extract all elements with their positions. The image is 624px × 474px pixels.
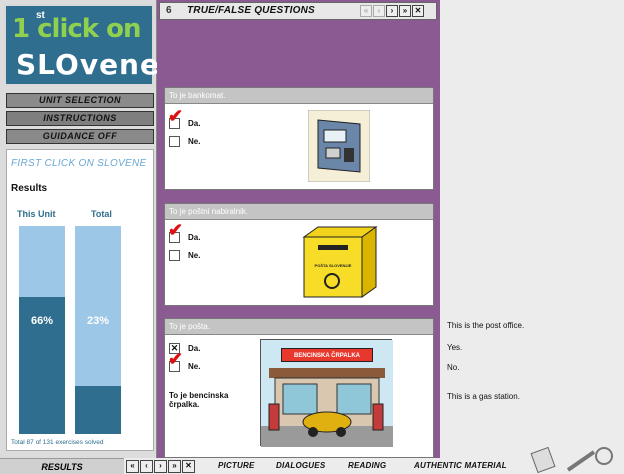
option-label: Da. [188, 344, 201, 353]
option-yes[interactable]: ✔ Da. [168, 107, 201, 129]
total-progress-bar: 23% [75, 226, 121, 434]
checkbox[interactable]: ✔ [168, 350, 183, 372]
checkbox[interactable] [169, 250, 180, 261]
exercise-area: 6 TRUE/FALSE QUESTIONS « ‹ › » ✕ To je b… [157, 0, 440, 460]
checkmark-icon: ✔ [168, 220, 184, 240]
tab-picture[interactable]: PICTURE [218, 461, 255, 470]
option-no[interactable]: Ne. [169, 136, 200, 147]
question-text: To je poštni nabiralnik. [165, 204, 433, 220]
close-button[interactable]: ✕ [182, 460, 195, 473]
exercises-solved-count: Total 87 of 131 exercises solved [11, 439, 104, 446]
first-button[interactable]: « [360, 5, 372, 17]
question-card: To je poštni nabiralnik. ✔ Da. Ne. POŠTA… [164, 203, 434, 306]
gas-station-picture: BENCINSKA ČRPALKA [260, 339, 393, 447]
course-title: FIRST CLICK ON SLOVENE [11, 158, 147, 169]
exercise-number: 6 [166, 5, 172, 16]
close-button[interactable]: ✕ [412, 5, 424, 17]
last-button[interactable]: » [168, 460, 181, 473]
bottom-toolbar: « ‹ › » ✕ PICTURE DIALOGUES READING AUTH… [124, 446, 624, 474]
option-label: Ne. [188, 137, 201, 146]
tab-reading[interactable]: READING [348, 461, 386, 470]
total-label: Total [91, 209, 112, 219]
question-card: To je pošta. ✕ Da. ✔ Ne. To je bencinska… [164, 318, 434, 458]
option-yes[interactable]: ✔ Da. [168, 221, 201, 243]
checkmark-icon: ✔ [168, 106, 184, 126]
option-label: Da. [188, 119, 201, 128]
option-label: Ne. [188, 251, 201, 260]
pen-and-glass-icon [530, 446, 613, 474]
results-heading: Results [11, 183, 48, 194]
translation-line: This is the post office. [447, 321, 525, 330]
question-card: To je bankomat. ✔ Da. Ne. [164, 87, 434, 190]
option-label: Ne. [188, 362, 201, 371]
sidebar: 1 click on st SLOvene Unit Selection Ins… [0, 0, 159, 474]
option-label: Da. [188, 233, 201, 242]
checkbox[interactable] [169, 136, 180, 147]
translation-line: This is a gas station. [447, 392, 520, 401]
prev-button[interactable]: ‹ [373, 5, 385, 17]
question-text: To je pošta. [165, 319, 433, 335]
correct-answer-text: To je bencinska črpalka. [169, 391, 229, 409]
logo-line2: SLOvene [16, 48, 160, 81]
guidance-toggle-button[interactable]: Guidance Off [6, 129, 154, 144]
next-button[interactable]: › [386, 5, 398, 17]
question-text: To je bankomat. [165, 88, 433, 104]
gas-station-sign: BENCINSKA ČRPALKA [281, 348, 373, 362]
unit-selection-button[interactable]: Unit Selection [6, 93, 154, 108]
results-button[interactable]: RESULTS [0, 458, 124, 474]
exercise-nav: « ‹ › » ✕ [360, 5, 424, 17]
option-no[interactable]: ✔ Ne. [168, 350, 201, 372]
translation-line: Yes. [447, 343, 463, 352]
atm-picture [308, 110, 370, 182]
this-unit-progress-bar: 66% [19, 226, 65, 434]
prev-button[interactable]: ‹ [140, 460, 153, 473]
course-logo: 1 click on st SLOvene [4, 4, 159, 86]
this-unit-label: This Unit [17, 209, 56, 219]
translation-panel: This is the post office. Yes. No. This i… [440, 0, 624, 460]
instructions-button[interactable]: Instructions [6, 111, 154, 126]
checkmark-icon: ✔ [168, 349, 184, 369]
translation-line: No. [447, 363, 460, 372]
logo-sup: st [36, 10, 45, 21]
next-button[interactable]: › [154, 460, 167, 473]
checkbox[interactable]: ✔ [168, 221, 183, 243]
bottom-nav: « ‹ › » ✕ [126, 460, 195, 473]
total-percent: 23% [86, 314, 110, 327]
option-no[interactable]: Ne. [169, 250, 200, 261]
mailbox-picture: POŠTA SLOVENIJE [300, 225, 380, 299]
checkbox[interactable]: ✔ [168, 107, 183, 129]
exercise-title: TRUE/FALSE QUESTIONS [187, 5, 315, 16]
first-button[interactable]: « [126, 460, 139, 473]
mailbox-label: POŠTA SLOVENIJE [314, 263, 352, 268]
last-button[interactable]: » [399, 5, 411, 17]
results-panel: FIRST CLICK ON SLOVENE Results This Unit… [6, 149, 154, 451]
total-fill [75, 386, 121, 434]
tab-dialogues[interactable]: DIALOGUES [276, 461, 325, 470]
this-unit-percent: 66% [30, 314, 54, 327]
tab-authentic-material[interactable]: AUTHENTIC MATERIAL [414, 461, 507, 470]
logo-line1: 1 click on [12, 14, 142, 44]
exercise-header: 6 TRUE/FALSE QUESTIONS « ‹ › » ✕ [159, 2, 437, 20]
